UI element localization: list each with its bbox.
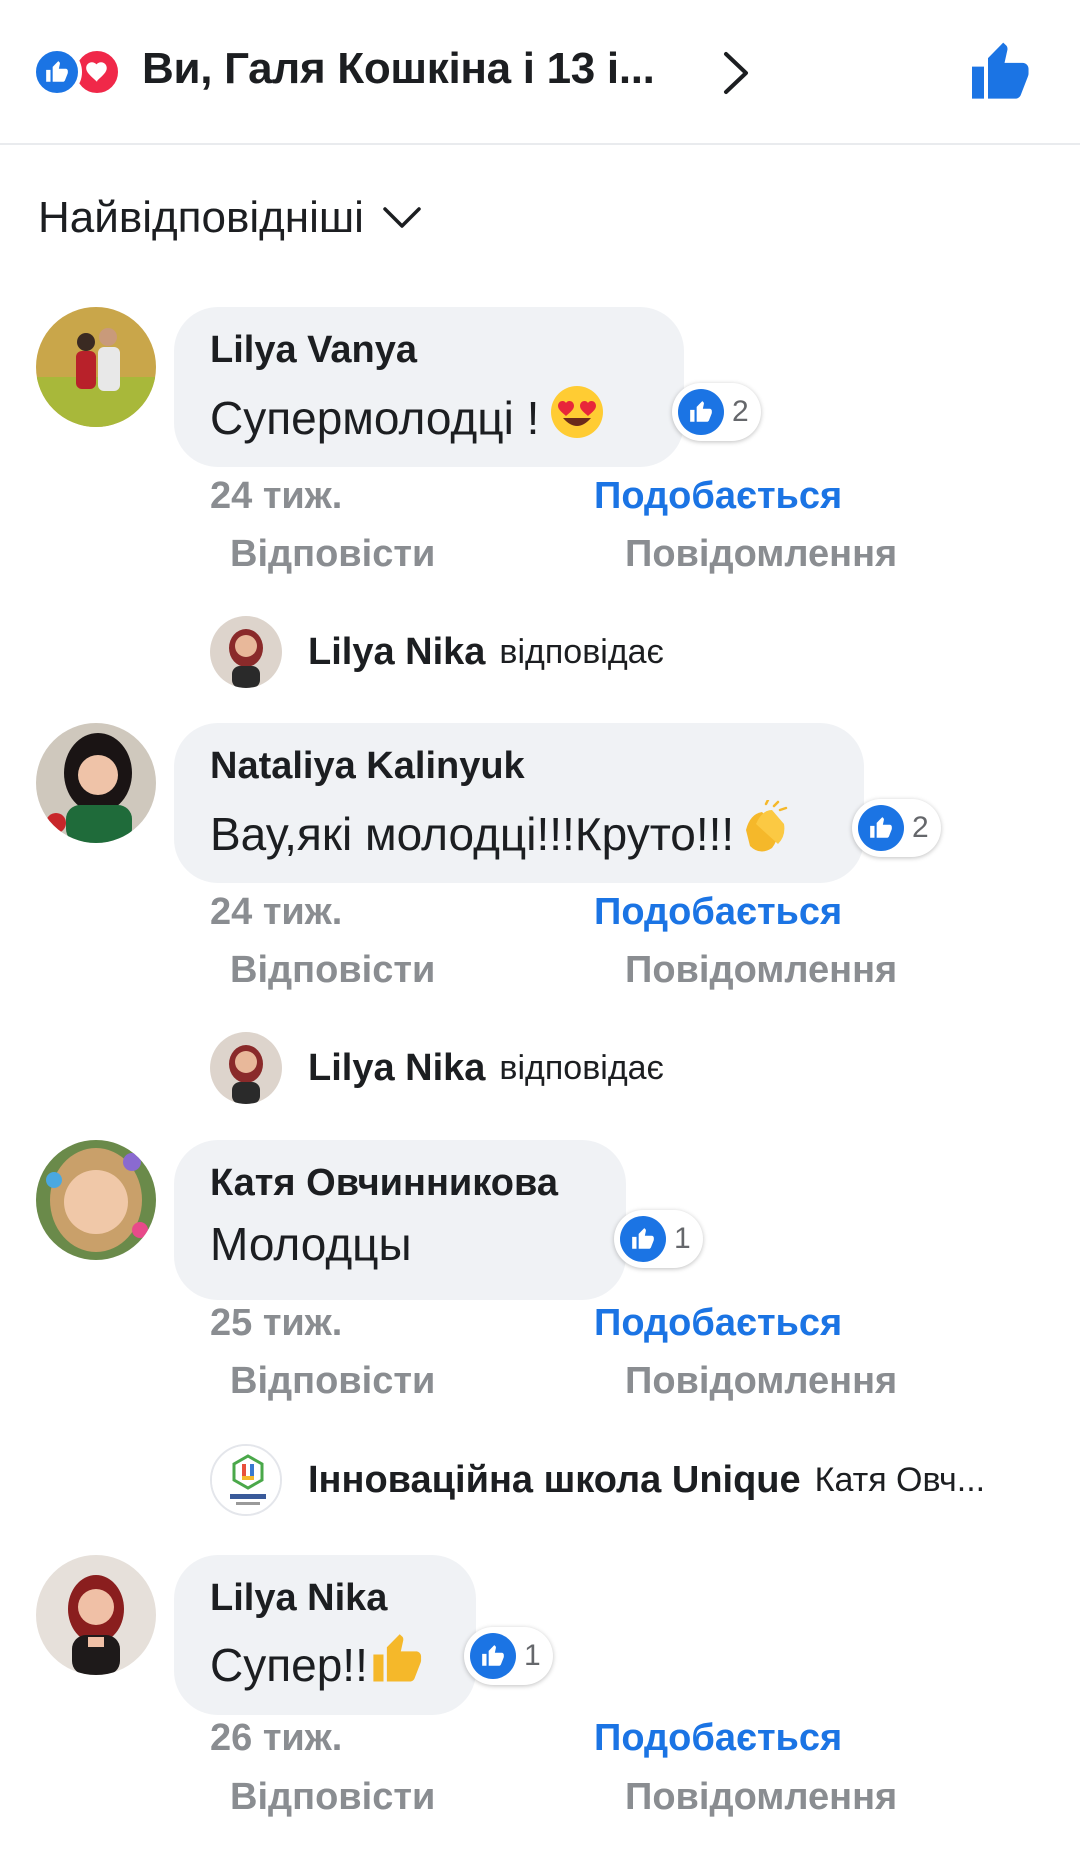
avatar[interactable] — [36, 723, 156, 843]
comment-time: 25 тиж. — [210, 1302, 343, 1344]
reply-link[interactable]: Відповісти — [230, 1360, 435, 1403]
report-link[interactable]: Повідомлення — [625, 1776, 897, 1819]
report-link[interactable]: Повідомлення — [625, 949, 897, 992]
reply-author: Lilya Nika — [308, 630, 486, 673]
reaction-icons[interactable] — [32, 47, 132, 97]
chevron-right-icon[interactable] — [716, 48, 756, 98]
reaction-count-value: 1 — [674, 1222, 691, 1255]
like-link[interactable]: Подобається — [594, 1302, 842, 1345]
reply-preview[interactable]: Lilya Nika відповідає — [210, 1030, 664, 1106]
comment-author[interactable]: Катя Овчинникова — [210, 1162, 590, 1205]
sort-dropdown[interactable]: Найвідповідніші — [38, 193, 422, 243]
reply-action: Катя Овч... — [814, 1460, 986, 1499]
comment-bubble[interactable]: Катя Овчинникова Молодцы — [174, 1140, 626, 1300]
reaction-count-value: 2 — [732, 395, 749, 428]
avatar[interactable] — [36, 1555, 156, 1675]
comment-time: 26 тиж. — [210, 1717, 343, 1759]
reaction-count-value: 1 — [524, 1639, 541, 1672]
avatar[interactable] — [36, 307, 156, 427]
like-icon — [858, 805, 904, 851]
like-link[interactable]: Подобається — [594, 1717, 842, 1760]
comment-time: 24 тиж. — [210, 891, 343, 933]
reply-preview[interactable]: Інноваційна школа Unique Катя Овч... — [210, 1442, 985, 1518]
thumbs-up-emoji — [370, 1632, 424, 1697]
comment-text: Вау,які молодці!!!Круто!!! — [210, 798, 828, 867]
like-icon — [470, 1633, 516, 1679]
reaction-count[interactable]: 1 — [614, 1210, 703, 1268]
chevron-down-icon — [383, 207, 421, 228]
comment-bubble[interactable]: Nataliya Kalinyuk Вау,які молодці!!!Крут… — [174, 723, 864, 883]
comment-author[interactable]: Lilya Vanya — [210, 329, 648, 372]
heart-eyes-emoji — [549, 384, 605, 451]
reaction-count[interactable]: 1 — [464, 1627, 553, 1685]
report-link[interactable]: Повідомлення — [625, 1360, 897, 1403]
like-icon — [620, 1216, 666, 1262]
reaction-count[interactable]: 2 — [852, 799, 941, 857]
clapping-hands-emoji — [736, 798, 792, 867]
comment-text: Супермолодці ! — [210, 384, 648, 451]
reply-author: Інноваційна школа Unique — [308, 1458, 801, 1501]
comment-text: Супер!! — [210, 1632, 440, 1697]
comment-author[interactable]: Nataliya Kalinyuk — [210, 745, 828, 788]
reaction-count[interactable]: 2 — [672, 383, 761, 441]
avatar[interactable] — [36, 1140, 156, 1260]
like-link[interactable]: Подобається — [594, 891, 842, 934]
comment-bubble[interactable]: Lilya Nika Супер!! — [174, 1555, 476, 1715]
reactions-summary[interactable]: Ви, Галя Кошкіна і 13 і... — [142, 44, 655, 94]
reply-action: відповідає — [499, 1048, 664, 1087]
sort-label: Найвідповідніші — [38, 193, 364, 242]
avatar — [210, 1032, 282, 1104]
like-icon — [678, 389, 724, 435]
comment-time: 24 тиж. — [210, 475, 343, 517]
reply-link[interactable]: Відповісти — [230, 1776, 435, 1819]
comment-bubble[interactable]: Lilya Vanya Супермолодці ! — [174, 307, 684, 467]
reply-author: Lilya Nika — [308, 1046, 486, 1089]
reactions-header: Ви, Галя Кошкіна і 13 і... — [0, 0, 1080, 145]
comment-text: Молодцы — [210, 1218, 412, 1270]
reply-link[interactable]: Відповісти — [230, 533, 435, 576]
like-button[interactable] — [968, 40, 1032, 104]
reaction-count-value: 2 — [912, 811, 929, 844]
school-logo-icon — [210, 1444, 282, 1516]
comment-author[interactable]: Lilya Nika — [210, 1577, 440, 1620]
reply-action: відповідає — [499, 632, 664, 671]
report-link[interactable]: Повідомлення — [625, 533, 897, 576]
like-icon — [32, 47, 82, 97]
avatar — [210, 616, 282, 688]
like-link[interactable]: Подобається — [594, 475, 842, 518]
reply-preview[interactable]: Lilya Nika відповідає — [210, 614, 664, 690]
reply-link[interactable]: Відповісти — [230, 949, 435, 992]
